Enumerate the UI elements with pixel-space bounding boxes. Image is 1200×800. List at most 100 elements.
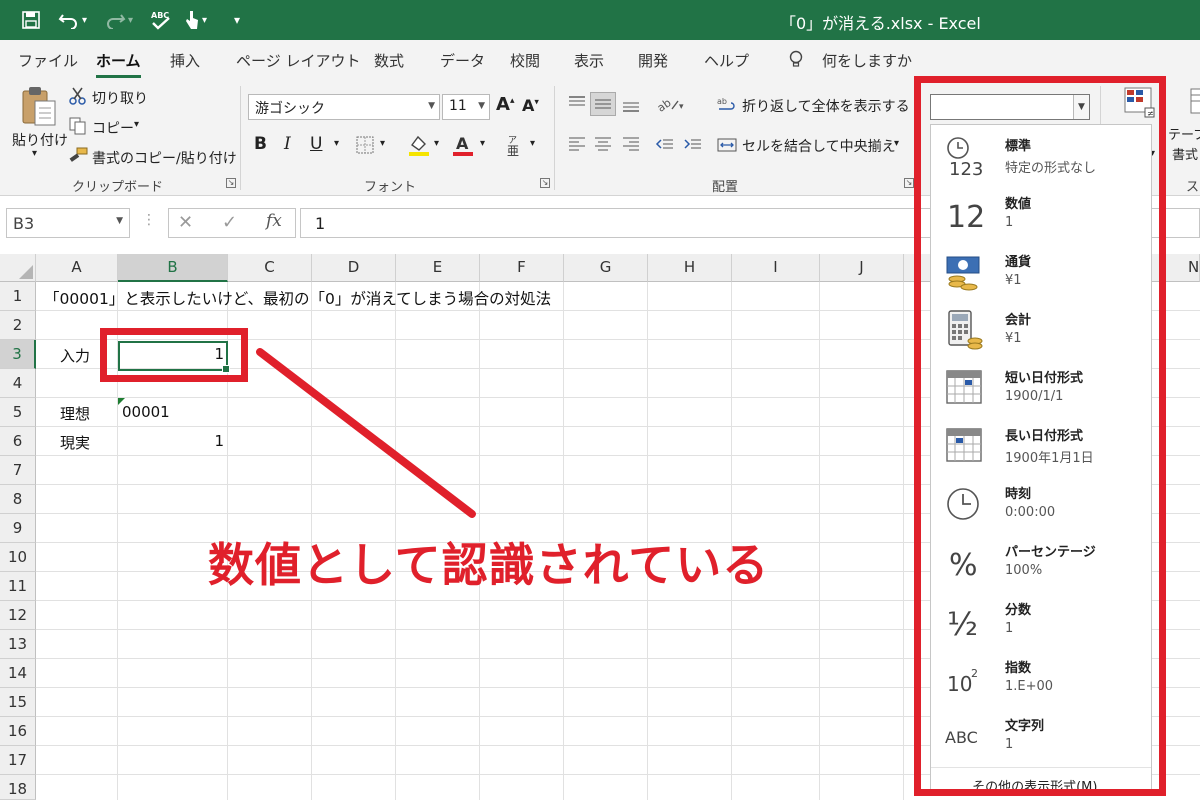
- tab-help[interactable]: ヘルプ: [704, 50, 749, 71]
- customize-quick-access-icon[interactable]: ▾: [234, 0, 240, 40]
- orientation-icon[interactable]: ab ▾: [654, 92, 688, 116]
- format-as-table-icon[interactable]: [1186, 86, 1200, 118]
- cell-b6[interactable]: 1: [118, 432, 224, 450]
- column-header-b[interactable]: B: [118, 254, 228, 282]
- font-color-icon[interactable]: A: [450, 132, 476, 158]
- column-header-g[interactable]: G: [564, 254, 648, 282]
- save-icon[interactable]: [22, 0, 40, 40]
- clipboard-launcher-icon[interactable]: ↘: [226, 178, 236, 188]
- merge-dropdown-icon[interactable]: ▾: [894, 138, 899, 149]
- tab-review[interactable]: 校閲: [510, 50, 540, 71]
- lightbulb-icon[interactable]: [788, 50, 804, 72]
- row-header-15[interactable]: 15: [0, 688, 36, 717]
- tell-me-search[interactable]: 何をしますか: [822, 50, 912, 71]
- cell-b5[interactable]: 00001: [122, 403, 170, 421]
- align-middle-icon[interactable]: [590, 92, 616, 116]
- name-box[interactable]: B3 ▼: [6, 208, 130, 238]
- number-format-combo[interactable]: ▼: [930, 94, 1090, 120]
- font-color-dropdown-icon[interactable]: ▾: [480, 138, 485, 149]
- row-header-13[interactable]: 13: [0, 630, 36, 659]
- cut-button[interactable]: 切り取り: [92, 88, 148, 108]
- tab-insert[interactable]: 挿入: [170, 50, 200, 71]
- row-header-9[interactable]: 9: [0, 514, 36, 543]
- font-size-dropdown-icon[interactable]: ▼: [478, 101, 485, 111]
- tab-file[interactable]: ファイル: [18, 50, 78, 71]
- font-name-combo[interactable]: 游ゴシック ▼: [248, 94, 440, 120]
- borders-dropdown-icon[interactable]: ▾: [380, 138, 385, 149]
- spelling-check-icon[interactable]: ABC: [150, 0, 172, 40]
- alignment-launcher-icon[interactable]: ↘: [904, 178, 914, 188]
- font-name-dropdown-icon[interactable]: ▼: [428, 101, 435, 111]
- row-header-10[interactable]: 10: [0, 543, 36, 572]
- format-as-table-label-2[interactable]: 書式: [1172, 144, 1198, 163]
- cell-a3[interactable]: 入力: [60, 345, 90, 366]
- cancel-icon[interactable]: ✕: [178, 212, 193, 233]
- row-header-16[interactable]: 16: [0, 717, 36, 746]
- fill-color-dropdown-icon[interactable]: ▾: [434, 138, 439, 149]
- align-right-icon[interactable]: [618, 132, 644, 156]
- row-header-7[interactable]: 7: [0, 456, 36, 485]
- row-header-17[interactable]: 17: [0, 746, 36, 775]
- format-painter-button[interactable]: 書式のコピー/貼り付け: [92, 148, 237, 168]
- column-header-f[interactable]: F: [480, 254, 564, 282]
- font-size-combo[interactable]: 11 ▼: [442, 94, 490, 120]
- phonetic-dropdown-icon[interactable]: ▾: [530, 138, 535, 149]
- row-header-6[interactable]: 6: [0, 427, 36, 456]
- insert-function-icon[interactable]: fx: [266, 211, 282, 231]
- row-header-1[interactable]: 1: [0, 282, 36, 311]
- touch-mode-icon[interactable]: ▾: [184, 0, 207, 40]
- paste-icon[interactable]: [18, 84, 58, 128]
- column-header-j[interactable]: J: [820, 254, 904, 282]
- select-all-corner[interactable]: [0, 254, 36, 282]
- undo-icon[interactable]: ▾: [58, 0, 87, 40]
- paste-button[interactable]: 貼り付け: [12, 130, 68, 150]
- italic-button[interactable]: I: [284, 134, 291, 154]
- paste-dropdown-icon[interactable]: ▾: [32, 148, 37, 159]
- decrease-indent-icon[interactable]: [652, 132, 678, 156]
- merge-center-button[interactable]: セルを結合して中央揃え: [742, 136, 896, 156]
- column-header-c[interactable]: C: [228, 254, 312, 282]
- copy-dropdown-icon[interactable]: ▾: [134, 119, 139, 130]
- row-header-2[interactable]: 2: [0, 311, 36, 340]
- tab-view[interactable]: 表示: [574, 50, 604, 71]
- tab-developer[interactable]: 開発: [638, 50, 668, 71]
- fill-color-icon[interactable]: [406, 132, 432, 158]
- phonetic-guide-icon[interactable]: ア亜: [504, 132, 526, 158]
- column-header-e[interactable]: E: [396, 254, 480, 282]
- tab-data[interactable]: データ: [440, 50, 485, 71]
- row-header-12[interactable]: 12: [0, 601, 36, 630]
- align-top-icon[interactable]: [564, 92, 590, 116]
- row-header-5[interactable]: 5: [0, 398, 36, 427]
- underline-dropdown-icon[interactable]: ▾: [334, 138, 339, 149]
- borders-icon[interactable]: [354, 134, 376, 156]
- align-center-icon[interactable]: [590, 132, 616, 156]
- bold-button[interactable]: B: [254, 134, 267, 154]
- cell-a6[interactable]: 現実: [60, 432, 90, 453]
- increase-font-size-icon[interactable]: A▴: [496, 94, 514, 115]
- wrap-text-button[interactable]: 折り返して全体を表示する: [742, 96, 910, 116]
- column-header-d[interactable]: D: [312, 254, 396, 282]
- column-header-i[interactable]: I: [732, 254, 820, 282]
- cell-a5[interactable]: 理想: [60, 403, 90, 424]
- number-format-dropdown-icon[interactable]: ▼: [1073, 95, 1089, 119]
- row-header-14[interactable]: 14: [0, 659, 36, 688]
- decrease-font-size-icon[interactable]: A▾: [522, 96, 539, 115]
- row-header-4[interactable]: 4: [0, 369, 36, 398]
- name-box-dropdown-icon[interactable]: ▼: [116, 216, 123, 226]
- cell-a1[interactable]: 「00001」と表示したいけど、最初の「0」が消えてしまう場合の対処法: [44, 287, 551, 309]
- copy-button[interactable]: コピー: [92, 118, 134, 138]
- row-header-8[interactable]: 8: [0, 485, 36, 514]
- tab-formulas[interactable]: 数式: [374, 50, 404, 71]
- tab-home[interactable]: ホーム: [96, 50, 141, 78]
- redo-icon[interactable]: ▾: [104, 0, 133, 40]
- align-left-icon[interactable]: [564, 132, 590, 156]
- format-as-table-label[interactable]: テーブ: [1168, 124, 1200, 143]
- row-header-18[interactable]: 18: [0, 775, 36, 800]
- enter-icon[interactable]: ✓: [222, 212, 237, 233]
- tab-page-layout[interactable]: ページ レイアウト: [236, 50, 360, 71]
- column-header-a[interactable]: A: [36, 254, 118, 282]
- align-bottom-icon[interactable]: [618, 92, 644, 116]
- increase-indent-icon[interactable]: [680, 132, 706, 156]
- row-header-11[interactable]: 11: [0, 572, 36, 601]
- font-launcher-icon[interactable]: ↘: [540, 178, 550, 188]
